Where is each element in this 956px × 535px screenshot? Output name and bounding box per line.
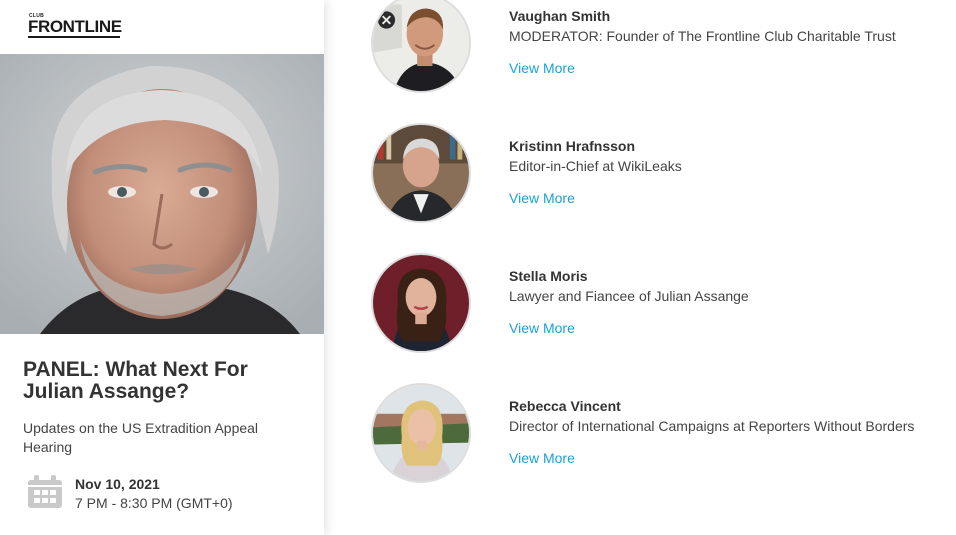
logo-underline <box>28 36 120 38</box>
speaker-role: Editor-in-Chief at WikiLeaks <box>509 158 682 174</box>
speaker-list: Vaughan Smith MODERATOR: Founder of The … <box>324 0 956 535</box>
speaker-name: Stella Moris <box>509 268 588 284</box>
calendar-icon <box>28 475 62 508</box>
hero-portrait-image <box>0 54 324 334</box>
speaker-name: Rebecca Vincent <box>509 398 621 414</box>
logo-wordmark: FRONTLINE <box>28 17 122 36</box>
event-time: 7 PM - 8:30 PM (GMT+0) <box>75 495 233 511</box>
speaker-avatar[interactable] <box>371 0 471 93</box>
view-more-link[interactable]: View More <box>509 190 575 206</box>
speaker-item: Stella Moris Lawyer and Fiancee of Julia… <box>324 253 956 363</box>
frontline-logo[interactable]: CLUB FRONTLINE <box>28 13 128 39</box>
event-card: CLUB FRONTLINE PANEL: What Next For Juli… <box>0 0 324 535</box>
speaker-role: MODERATOR: Founder of The Frontline Club… <box>509 28 896 44</box>
speaker-name: Vaughan Smith <box>509 8 611 24</box>
view-more-link[interactable]: View More <box>509 450 575 466</box>
event-date: Nov 10, 2021 <box>75 476 160 492</box>
view-more-link[interactable]: View More <box>509 60 575 76</box>
view-more-link[interactable]: View More <box>509 320 575 336</box>
speaker-role: Lawyer and Fiancee of Julian Assange <box>509 288 749 304</box>
event-title: PANEL: What Next For Julian Assange? <box>23 358 248 403</box>
speaker-item: Kristinn Hrafnsson Editor-in-Chief at Wi… <box>324 123 956 233</box>
event-subtitle: Updates on the US Extradition Appeal Hea… <box>23 420 259 455</box>
speaker-avatar[interactable] <box>371 383 471 483</box>
speaker-item: Vaughan Smith MODERATOR: Founder of The … <box>324 0 956 103</box>
speaker-item: Rebecca Vincent Director of Internationa… <box>324 383 956 493</box>
speaker-avatar[interactable] <box>371 253 471 353</box>
speaker-avatar[interactable] <box>371 123 471 223</box>
speaker-name: Kristinn Hrafnsson <box>509 138 636 154</box>
speaker-role: Director of International Campaigns at R… <box>509 418 915 434</box>
